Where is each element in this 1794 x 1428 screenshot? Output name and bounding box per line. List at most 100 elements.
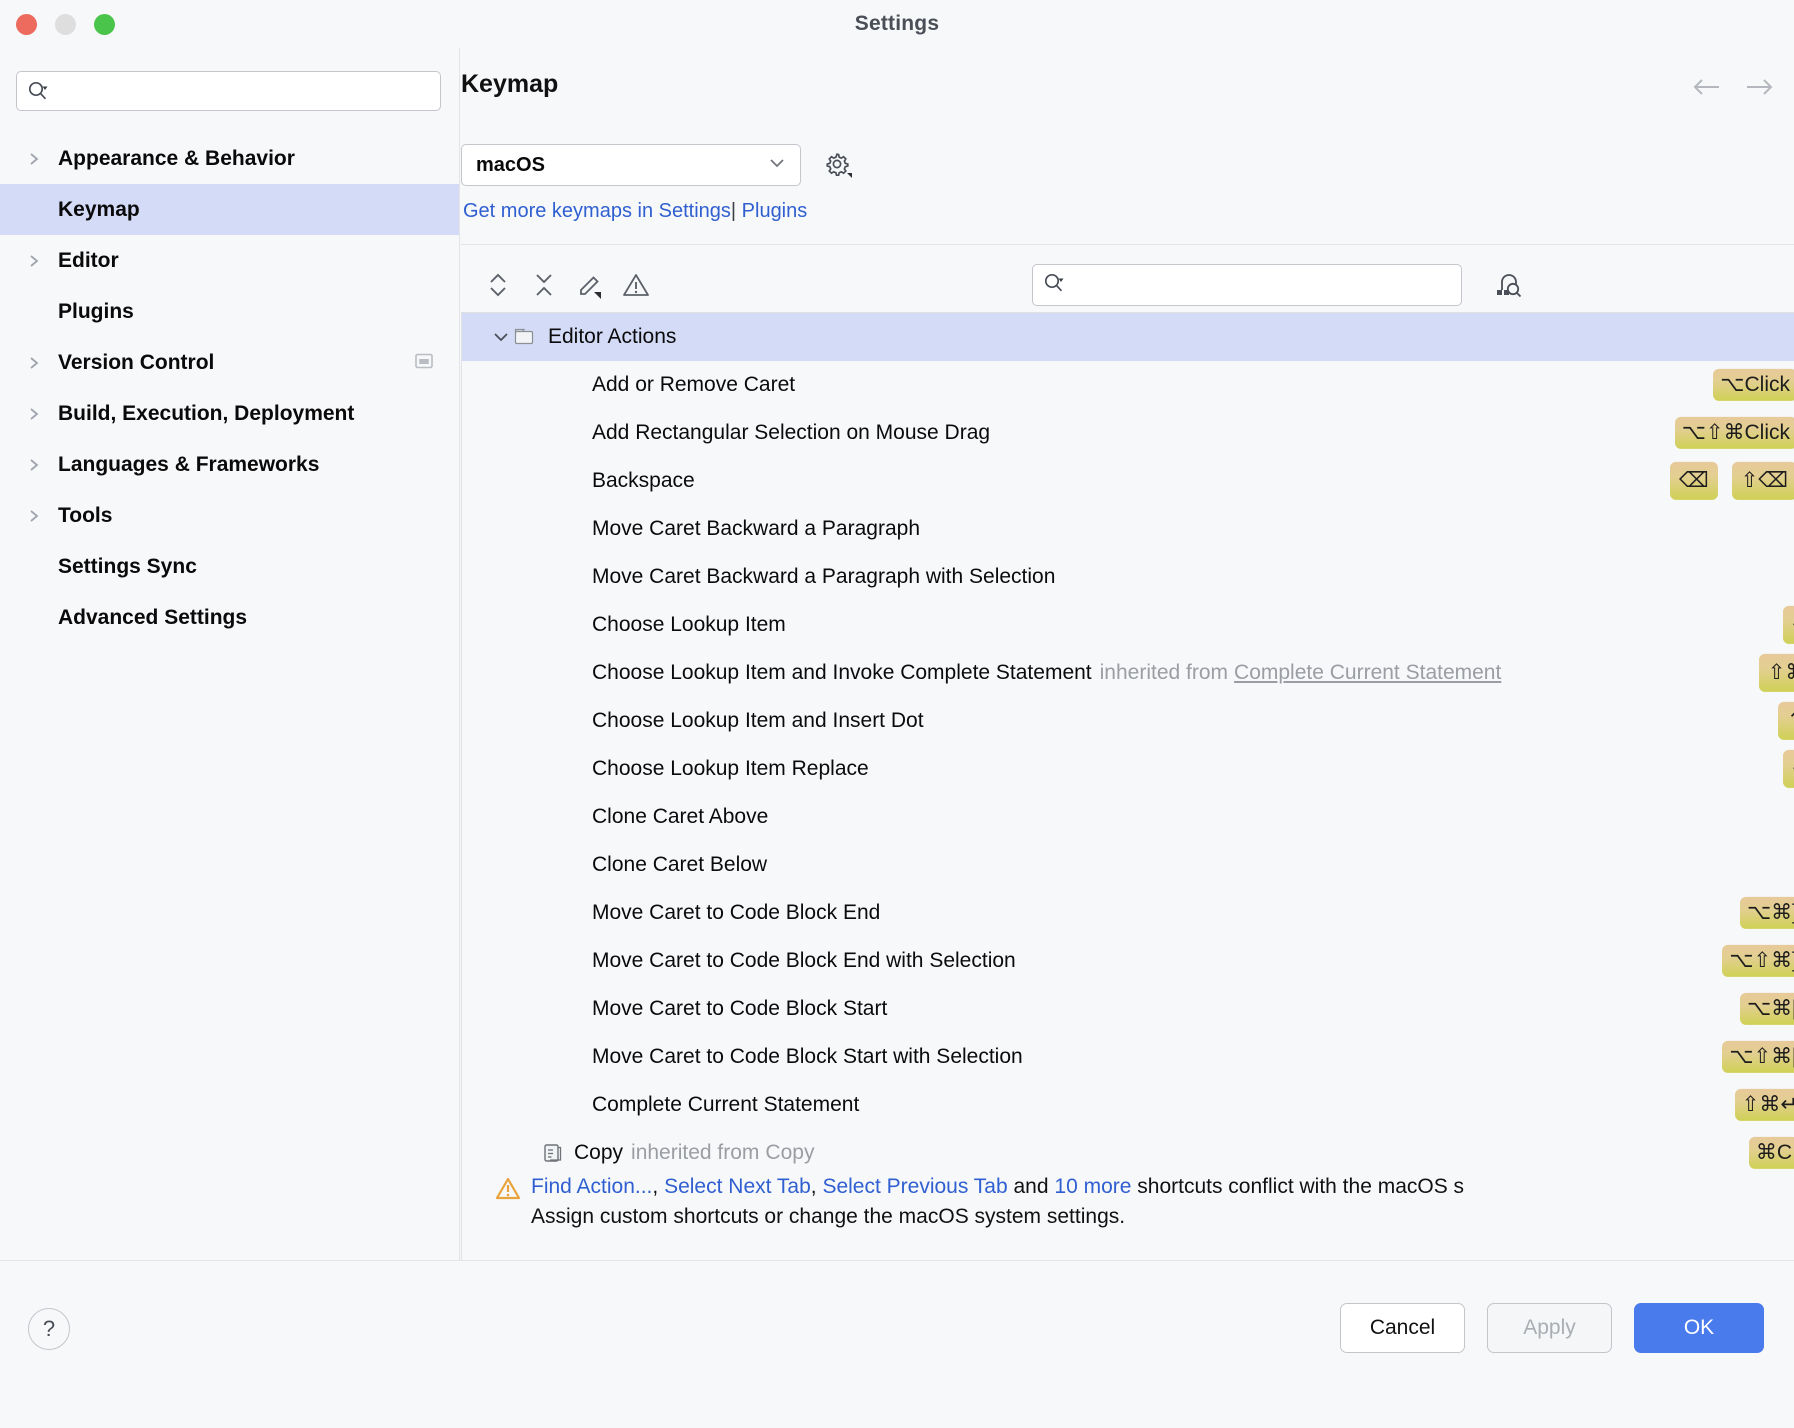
close-button[interactable] (16, 14, 37, 35)
tree-row[interactable]: Move Caret Backward a Paragraph (462, 505, 1794, 553)
keymap-filter-box[interactable] (1032, 264, 1462, 306)
tree-row[interactable]: Editor Actions (462, 313, 1794, 361)
sidebar-item-advanced-settings[interactable]: Advanced Settings (0, 592, 459, 643)
chevron-right-icon[interactable] (27, 509, 41, 523)
sidebar-item-editor[interactable]: Editor (0, 235, 459, 286)
inherited-from-link[interactable]: Copy (765, 1141, 814, 1165)
sidebar-item-plugins[interactable]: Plugins (0, 286, 459, 337)
inherited-from-link[interactable]: Complete Current Statement (1234, 661, 1501, 685)
window-controls (16, 14, 115, 35)
tree-row-label: Move Caret to Code Block End with Select… (592, 949, 1016, 973)
shortcut-badge[interactable]: ⌥⌘[ (1740, 993, 1794, 1025)
shortcut-badge[interactable]: ⌘C (1749, 1137, 1794, 1169)
shortcut-badge[interactable]: ⇧⌘↵ (1735, 1089, 1794, 1121)
forward-arrow-icon[interactable] (1742, 74, 1776, 105)
sidebar-nav: Appearance & Behavior Keymap Editor Plug… (0, 133, 459, 643)
find-by-shortcut-button[interactable] (1487, 264, 1529, 306)
select-previous-tab-link[interactable]: Select Previous Tab (822, 1175, 1007, 1198)
shortcut-badges: ⌥Click (1713, 369, 1794, 401)
help-button[interactable]: ? (28, 1308, 70, 1350)
sidebar-item-languages-frameworks[interactable]: Languages & Frameworks (0, 439, 459, 490)
select-next-tab-link[interactable]: Select Next Tab (664, 1175, 811, 1198)
panel-history-nav (1690, 74, 1776, 105)
settings-search-box[interactable] (16, 71, 441, 111)
notice-tail: shortcuts conflict with the macOS s (1131, 1175, 1464, 1198)
chevron-right-icon[interactable] (27, 356, 41, 370)
tree-row[interactable]: Backspace ⌫ ⇧⌫ (462, 457, 1794, 505)
keymap-tree[interactable]: Editor Actions Add or Remove Caret ⌥Clic… (461, 312, 1794, 1260)
get-more-keymaps-link[interactable]: Get more keymaps in Settings (463, 200, 731, 222)
tree-row-label: Move Caret to Code Block Start with Sele… (592, 1045, 1023, 1069)
zoom-button[interactable] (94, 14, 115, 35)
shortcut-badge[interactable]: ⌥⇧⌘] (1722, 945, 1794, 977)
chevron-right-icon[interactable] (27, 254, 41, 268)
settings-search-input[interactable] (55, 81, 430, 101)
chevron-right-icon[interactable] (27, 407, 41, 421)
tree-row-label: Move Caret Backward a Paragraph (592, 517, 920, 541)
keymap-select[interactable]: macOS (461, 144, 801, 186)
sidebar-item-appearance-behavior[interactable]: Appearance & Behavior (0, 133, 459, 184)
ten-more-link[interactable]: 10 more (1054, 1175, 1131, 1198)
keymap-settings-button[interactable] (821, 148, 855, 182)
tree-row-label: Choose Lookup Item Replace (592, 757, 869, 781)
shortcut-badge[interactable]: ⇧⌫ (1732, 462, 1794, 500)
tree-row[interactable]: Add Rectangular Selection on Mouse Drag … (462, 409, 1794, 457)
chevron-down-icon[interactable] (488, 330, 514, 344)
shortcut-badge[interactable]: ⌥Click (1713, 369, 1794, 401)
sidebar-item-tools[interactable]: Tools (0, 490, 459, 541)
cancel-button[interactable]: Cancel (1340, 1303, 1465, 1353)
expand-all-button[interactable] (475, 262, 521, 308)
tree-row[interactable]: Clone Caret Above (462, 793, 1794, 841)
chevron-right-icon[interactable] (27, 458, 41, 472)
shortcut-badge[interactable]: ⌥⇧⌘Click (1675, 417, 1794, 449)
shortcut-badges: ⌃. (1778, 702, 1794, 740)
minimize-button[interactable] (55, 14, 76, 35)
find-action-link[interactable]: Find Action... (531, 1175, 652, 1198)
shortcut-badge[interactable]: ⌃. (1778, 702, 1794, 740)
tree-row-label: Backspace (592, 469, 695, 493)
link-separator: | (731, 200, 736, 222)
tree-row-label: Clone Caret Above (592, 805, 768, 829)
tree-row[interactable]: Clone Caret Below (462, 841, 1794, 889)
tree-row[interactable]: Choose Lookup Item and Insert Dot ⌃. (462, 697, 1794, 745)
toolbar-divider (461, 244, 1794, 245)
plugins-link[interactable]: Plugins (742, 200, 808, 222)
sidebar-item-keymap[interactable]: Keymap (0, 184, 459, 235)
shortcut-badge[interactable]: ⇥ (1783, 750, 1794, 788)
shortcut-badge[interactable]: ⌥⌘] (1740, 897, 1794, 929)
tree-row[interactable]: Move Caret to Code Block End ⌥⌘] (462, 889, 1794, 937)
shortcut-badge[interactable]: ↵ (1783, 606, 1794, 644)
search-icon (1043, 272, 1065, 299)
conflicts-warning-button[interactable] (613, 262, 659, 308)
notice-sep-2: , (811, 1175, 823, 1198)
notice-sep-1: , (652, 1175, 664, 1198)
tree-row[interactable]: Move Caret Backward a Paragraph with Sel… (462, 553, 1794, 601)
shortcut-badge[interactable]: ⌥⇧⌘[ (1722, 1041, 1794, 1073)
chevron-right-icon[interactable] (27, 152, 41, 166)
sidebar-item-label: Editor (58, 249, 119, 273)
chevron-down-icon[interactable] (766, 156, 788, 175)
tree-row[interactable]: Move Caret to Code Block Start with Sele… (462, 1033, 1794, 1081)
keymap-panel: Keymap macOS (461, 48, 1794, 1260)
collapse-all-button[interactable] (521, 262, 567, 308)
sidebar-item-version-control[interactable]: Version Control (0, 337, 459, 388)
tree-row[interactable]: Copy inherited from Copy ⌘C (462, 1129, 1794, 1177)
apply-button[interactable]: Apply (1487, 1303, 1612, 1353)
shortcut-badge[interactable]: ⇧⌘↵ (1759, 654, 1794, 692)
tree-row[interactable]: Complete Current Statement ⇧⌘↵ (462, 1081, 1794, 1129)
tree-row[interactable]: Choose Lookup Item ↵ (462, 601, 1794, 649)
tree-row[interactable]: Choose Lookup Item Replace ⇥ (462, 745, 1794, 793)
keymap-filter-input[interactable] (1071, 275, 1451, 295)
shortcut-badge[interactable]: ⌫ (1670, 462, 1718, 500)
ok-button[interactable]: OK (1634, 1303, 1764, 1353)
back-arrow-icon[interactable] (1690, 74, 1724, 105)
tree-row[interactable]: Add or Remove Caret ⌥Click (462, 361, 1794, 409)
tree-row[interactable]: Move Caret to Code Block End with Select… (462, 937, 1794, 985)
warning-icon (495, 1176, 521, 1207)
sidebar-item-settings-sync[interactable]: Settings Sync (0, 541, 459, 592)
tree-row[interactable]: Move Caret to Code Block Start ⌥⌘[ (462, 985, 1794, 1033)
sidebar-item-build-execution-deployment[interactable]: Build, Execution, Deployment (0, 388, 459, 439)
inherited-from-text: inherited from (631, 1141, 759, 1165)
tree-row[interactable]: Choose Lookup Item and Invoke Complete S… (462, 649, 1794, 697)
edit-shortcut-button[interactable] (567, 262, 613, 308)
